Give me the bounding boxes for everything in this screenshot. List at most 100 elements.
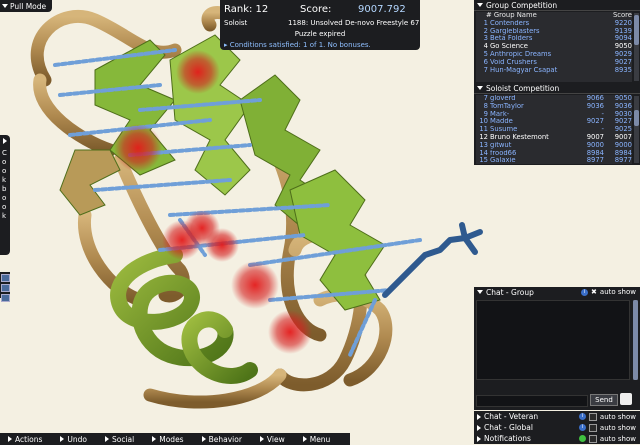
list-item[interactable]: 2 Gargleblasters 9139 — [476, 28, 632, 36]
score-label: Score: — [300, 4, 332, 15]
group-rank: 3 — [483, 35, 488, 43]
group-name: Go Science — [490, 43, 528, 51]
soloist-name: Susume — [490, 126, 518, 134]
menu-label: Modes — [159, 434, 184, 444]
chevron-down-icon — [477, 290, 483, 294]
info-icon[interactable]: i — [581, 288, 589, 296]
menu-label: Undo — [67, 434, 87, 444]
list-item[interactable]: 10 Madde 9027 9027 — [476, 118, 632, 126]
conditions-toggle[interactable]: ▸ Conditions satisfied: 1 of 1. No bonus… — [224, 41, 371, 49]
menu-undo[interactable]: Undo — [60, 435, 87, 444]
clock-icon[interactable] — [620, 393, 632, 405]
soloist-best-score: 9036 — [614, 102, 632, 110]
rank-label: Rank: 12 — [224, 4, 269, 15]
chat-input[interactable] — [476, 395, 588, 407]
soloist-competition-title: Soloist Competition — [486, 83, 560, 93]
info-icon[interactable]: i — [578, 424, 586, 431]
chevron-right-icon — [477, 435, 481, 442]
cookbook-letter: o — [2, 158, 7, 166]
list-item[interactable]: 8 TomTaylor 9036 9036 — [476, 103, 632, 111]
chat-row-chat-global[interactable]: Chat - Global i auto show — [474, 422, 640, 433]
cookbook-letter: k — [2, 176, 7, 184]
list-item[interactable]: 6 Void Crushers 9027 — [476, 59, 632, 67]
chat-row-chat-veteran[interactable]: Chat - Veteran i auto show — [474, 411, 640, 422]
group-list-header: # Group Name Score — [476, 12, 632, 20]
soloist-best-score: 9025 — [614, 126, 632, 134]
list-item[interactable]: 9 Mark- - 9030 — [476, 111, 632, 119]
soloist-score: 9007 — [586, 133, 604, 141]
group-list[interactable]: # Group Name Score 1 Contenders 9220 2 Gargl… — [476, 12, 632, 82]
group-rank: 7 — [483, 66, 488, 74]
menu-label: Actions — [15, 434, 43, 444]
chat-messages-area — [476, 300, 630, 380]
chevron-down-icon — [2, 4, 8, 8]
list-item[interactable]: 5 Anthropic Dreams 9029 — [476, 51, 632, 59]
soloist-name: Bruno Kestemont — [490, 133, 549, 141]
chat-scrollbar[interactable] — [633, 300, 638, 380]
soloist-score: 9000 — [586, 141, 604, 149]
chevron-right-icon — [477, 424, 481, 431]
chat-row-label: Notifications — [484, 434, 531, 443]
group-name: Beta Folders — [490, 35, 533, 43]
soloist-rank: 10 — [479, 118, 488, 126]
scrollbar-thumb[interactable] — [634, 110, 639, 126]
soloist-rank: 11 — [479, 126, 488, 134]
group-competition-panel: Group Competition # Group Name Score 1 Co… — [474, 0, 640, 83]
cookbook-letter: b — [2, 185, 7, 193]
menu-social[interactable]: Social — [105, 435, 134, 444]
info-icon[interactable]: i — [578, 413, 586, 420]
group-scrollbar[interactable] — [634, 13, 639, 81]
folder-icon[interactable] — [1, 284, 10, 292]
group-name: Gargleblasters — [490, 27, 540, 35]
auto-show-checkbox[interactable] — [588, 412, 597, 421]
soloist-list[interactable]: 7 gloverd 9066 9050 8 TomTaylor 9036 9036 9 Mark-… — [476, 95, 632, 164]
chevron-down-icon — [477, 3, 483, 7]
auto-show-checkbox[interactable] — [588, 423, 597, 432]
list-item[interactable]: 12 Bruno Kestemont 9007 9007 — [476, 134, 632, 142]
group-score: 9029 — [614, 50, 632, 58]
list-item[interactable]: 1 Contenders 9220 — [476, 20, 632, 28]
chevron-right-icon — [302, 436, 307, 442]
list-item[interactable]: 14 frood66 8984 8984 — [476, 150, 632, 158]
list-item[interactable]: 11 Susume - 9025 — [476, 126, 632, 134]
menu-actions[interactable]: Actions — [8, 435, 42, 444]
side-tool-icons — [0, 272, 10, 302]
notebook-icon[interactable] — [1, 274, 10, 282]
list-item[interactable]: 7 gloverd 9066 9050 — [476, 95, 632, 103]
recipe-icon[interactable] — [1, 294, 10, 302]
list-item[interactable]: 4 Go Science 9050 — [476, 43, 632, 51]
list-item[interactable]: 13 gitwut 9000 9000 — [476, 142, 632, 150]
auto-show-label: auto show — [599, 423, 636, 432]
score-value: 9007.792 — [358, 4, 406, 15]
soloist-best-score: 9007 — [614, 133, 632, 141]
pull-mode-dropdown[interactable]: Pull Mode — [0, 0, 52, 12]
play-mode: Soloist — [224, 19, 248, 27]
menu-behavior[interactable]: Behavior — [201, 435, 242, 444]
chat-group-header[interactable]: Chat - Group i ✖ auto show — [474, 287, 640, 297]
menu-view[interactable]: View — [259, 434, 285, 444]
soloist-competition-header[interactable]: Soloist Competition — [474, 83, 640, 94]
scrollbar-thumb[interactable] — [633, 300, 638, 380]
conditions-text: Conditions satisfied: 1 of 1. No bonuses… — [229, 41, 371, 49]
soloist-best-score: 9027 — [614, 118, 632, 126]
group-competition-title: Group Competition — [486, 0, 558, 10]
cookbook-tab[interactable]: Cookbook — [0, 135, 10, 255]
column-group-name: # Group Name — [486, 12, 537, 19]
send-button[interactable]: Send — [590, 394, 618, 406]
chat-group-panel: Chat - Group i ✖ auto show Send — [474, 287, 640, 410]
soloist-scrollbar[interactable] — [634, 96, 639, 163]
chevron-right-icon — [105, 436, 109, 442]
auto-show-checkbox[interactable] — [588, 434, 597, 443]
list-item[interactable]: 3 Beta Folders 9094 — [476, 35, 632, 43]
chat-row-notifications[interactable]: Notifications auto show — [474, 433, 640, 444]
menu-label: View — [266, 434, 285, 444]
list-item[interactable]: 15 Galaxie 8977 8977 — [476, 157, 632, 164]
menu-modes[interactable]: Modes — [152, 434, 184, 444]
list-item[interactable]: 7 Hun-Magyar Csapat 8935 — [476, 67, 632, 75]
group-competition-header[interactable]: Group Competition — [474, 0, 640, 11]
chevron-right-icon — [8, 436, 12, 442]
close-icon[interactable]: ✖ — [591, 288, 597, 296]
menu-menu[interactable]: Menu — [302, 435, 330, 444]
group-rank: 1 — [483, 19, 488, 27]
scrollbar-thumb[interactable] — [634, 15, 639, 45]
